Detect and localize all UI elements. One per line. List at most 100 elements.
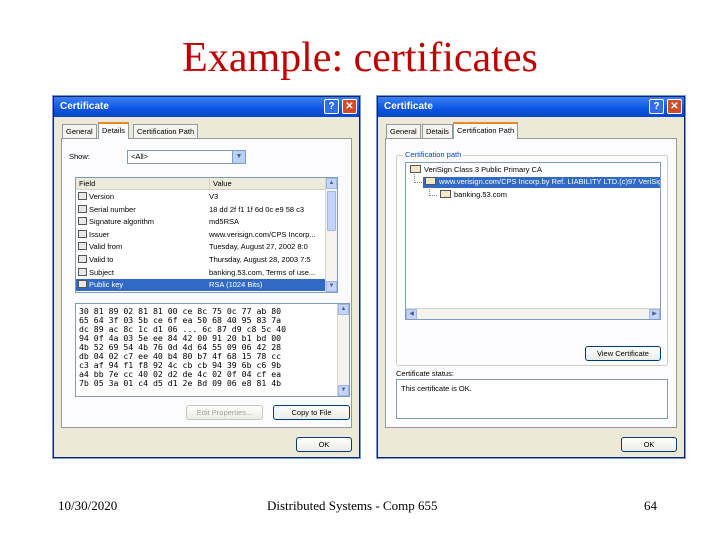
- field-icon: [78, 280, 87, 289]
- scroll-left-icon[interactable]: ◀: [406, 309, 417, 319]
- details-panel: Show: <All> ▼ Field Value Version V3 Seria…: [61, 138, 352, 428]
- scroll-up-icon[interactable]: ▲: [326, 178, 337, 189]
- field-cell: Subject: [78, 267, 208, 277]
- view-certificate-button[interactable]: View Certificate: [585, 346, 661, 361]
- certificate-dialog-path: Certificate ? ✕ General Details Certific…: [377, 96, 685, 458]
- table-row[interactable]: Signature algorithm md5RSA: [76, 216, 325, 228]
- path-node-leaf[interactable]: banking.53.com: [438, 190, 509, 201]
- table-row[interactable]: Issuer www.verisign.com/CPS Incorp...: [76, 229, 325, 241]
- tab-details[interactable]: Details: [98, 122, 129, 139]
- certification-path-panel: Certification path VeriSign Class 3 Publ…: [385, 138, 677, 428]
- certificate-dialog-details: Certificate ? ✕ General Details Certific…: [53, 96, 360, 458]
- field-name: Valid from: [89, 242, 123, 252]
- scroll-down-icon[interactable]: ▼: [338, 385, 349, 396]
- scroll-right-icon[interactable]: ▶: [649, 309, 660, 319]
- field-value: RSA (1024 Bits): [209, 280, 263, 290]
- hex-line: 7b 05 3a 01 c4 d5 d1 2e 8d 09 06 e8 81 4…: [79, 378, 282, 388]
- field-icon: [78, 217, 87, 226]
- column-header-field[interactable]: Field: [76, 178, 209, 190]
- field-icon: [78, 255, 87, 263]
- field-value: V3: [209, 192, 219, 201]
- certificate-icon: [440, 190, 451, 198]
- table-row[interactable]: Version V3: [76, 191, 325, 203]
- field-icon: [78, 242, 87, 251]
- field-name: Issuer: [89, 229, 110, 239]
- close-icon[interactable]: ✕: [667, 99, 682, 114]
- tab-general[interactable]: General: [386, 124, 421, 138]
- field-cell: Valid to: [78, 254, 208, 264]
- dialog-titlebar[interactable]: Certificate ? ✕: [54, 97, 359, 117]
- ok-button[interactable]: OK: [296, 437, 352, 452]
- show-dropdown[interactable]: <All> ▼: [127, 150, 246, 164]
- field-value: Thursday, August 28, 2003 7:5: [209, 255, 311, 264]
- footer-page-number: 64: [644, 498, 657, 513]
- certificate-icon: [410, 165, 421, 173]
- help-icon[interactable]: ?: [649, 99, 664, 114]
- tab-certification-path[interactable]: Certification Path: [453, 122, 519, 139]
- field-name: Version: [89, 192, 115, 201]
- path-node-intermediate[interactable]: www.verisign.com/CPS Incorp.by Ref. LIAB…: [423, 177, 661, 188]
- dialog-title: Certificate: [60, 101, 109, 112]
- certification-path-group: Certification path VeriSign Class 3 Publ…: [396, 150, 668, 366]
- certificate-status-text: This certificate is OK.: [401, 384, 472, 393]
- field-icon: [78, 192, 87, 200]
- field-value: Tuesday, August 27, 2002 8:0: [209, 242, 308, 252]
- scroll-down-icon[interactable]: ▼: [326, 281, 337, 292]
- footer-date: 10/30/2020: [58, 498, 118, 513]
- tab-general[interactable]: General: [62, 124, 97, 138]
- path-node-label: banking.53.com: [454, 190, 507, 199]
- edit-properties-button[interactable]: Edit Properties...: [186, 405, 263, 420]
- tree-hscrollbar[interactable]: ◀ ▶: [406, 308, 660, 319]
- dialog-title: Certificate: [384, 101, 433, 112]
- certificate-icon: [425, 177, 436, 185]
- field-value: md5RSA: [209, 217, 240, 227]
- field-value: www.verisign.com/CPS Incorp...: [209, 229, 316, 239]
- field-cell: Valid from: [78, 241, 208, 251]
- fields-list[interactable]: Field Value Version V3 Serial number 18 dd …: [75, 177, 338, 293]
- field-value: banking.53.com, Terms of use...: [209, 267, 316, 277]
- tab-details[interactable]: Details: [422, 124, 453, 138]
- public-key-hex-box[interactable]: 30 81 89 02 81 81 00 ce 8c 75 0c 77 ab 8…: [75, 303, 350, 397]
- show-dropdown-value: <All>: [131, 152, 149, 161]
- tab-certification-path[interactable]: Certification Path: [133, 124, 199, 138]
- chevron-down-icon[interactable]: ▼: [232, 151, 245, 163]
- certification-path-tree[interactable]: VeriSign Class 3 Public Primary CA www.v…: [405, 162, 661, 320]
- certification-path-label: Certification path: [403, 150, 464, 159]
- path-node-root[interactable]: VeriSign Class 3 Public Primary CA: [408, 165, 544, 176]
- list-scrollbar[interactable]: ▲ ▼: [325, 178, 337, 292]
- table-row[interactable]: Valid from Tuesday, August 27, 2002 8:0: [76, 241, 325, 253]
- field-name: Signature algorithm: [89, 217, 155, 227]
- field-cell: Issuer: [78, 229, 208, 239]
- show-label: Show:: [69, 152, 90, 161]
- copy-to-file-button[interactable]: Copy to File: [273, 405, 350, 420]
- footer-course: Distributed Systems - Comp 655: [267, 498, 438, 513]
- table-row[interactable]: Subject banking.53.com, Terms of use...: [76, 267, 325, 279]
- field-cell: Serial number: [78, 204, 208, 214]
- field-icon: [78, 229, 87, 238]
- hex-scrollbar[interactable]: ▲ ▼: [337, 304, 349, 396]
- field-name: Subject: [89, 267, 115, 277]
- column-header-value[interactable]: Value: [209, 178, 327, 190]
- field-name: Serial number: [89, 204, 136, 214]
- field-name: Valid to: [89, 255, 114, 264]
- slide-title: Example: certificates: [182, 35, 538, 81]
- table-row[interactable]: Serial number 18 dd 2f f1 1f 6d 0c e9 58 …: [76, 204, 325, 216]
- field-cell: Signature algorithm: [78, 216, 208, 226]
- field-icon: [78, 204, 87, 213]
- field-name: Public key: [89, 280, 124, 290]
- field-value: 18 dd 2f f1 1f 6d 0c e9 58 c3: [209, 204, 305, 214]
- scroll-thumb[interactable]: [327, 191, 336, 231]
- certificate-status-box[interactable]: This certificate is OK.: [396, 379, 668, 419]
- table-row[interactable]: Valid to Thursday, August 28, 2003 7:5: [76, 254, 325, 266]
- help-icon[interactable]: ?: [324, 99, 339, 114]
- field-icon: [78, 267, 87, 276]
- field-cell: Version: [78, 191, 208, 201]
- dialog-titlebar[interactable]: Certificate ? ✕: [378, 97, 684, 117]
- close-icon[interactable]: ✕: [342, 99, 357, 114]
- path-node-label: www.verisign.com/CPS Incorp.by Ref. LIAB…: [439, 177, 661, 186]
- scroll-up-icon[interactable]: ▲: [338, 304, 349, 315]
- table-row[interactable]: Public key RSA (1024 Bits): [76, 279, 325, 292]
- ok-button[interactable]: OK: [621, 437, 677, 452]
- field-cell: Public key: [78, 279, 208, 289]
- path-node-label: VeriSign Class 3 Public Primary CA: [424, 165, 542, 174]
